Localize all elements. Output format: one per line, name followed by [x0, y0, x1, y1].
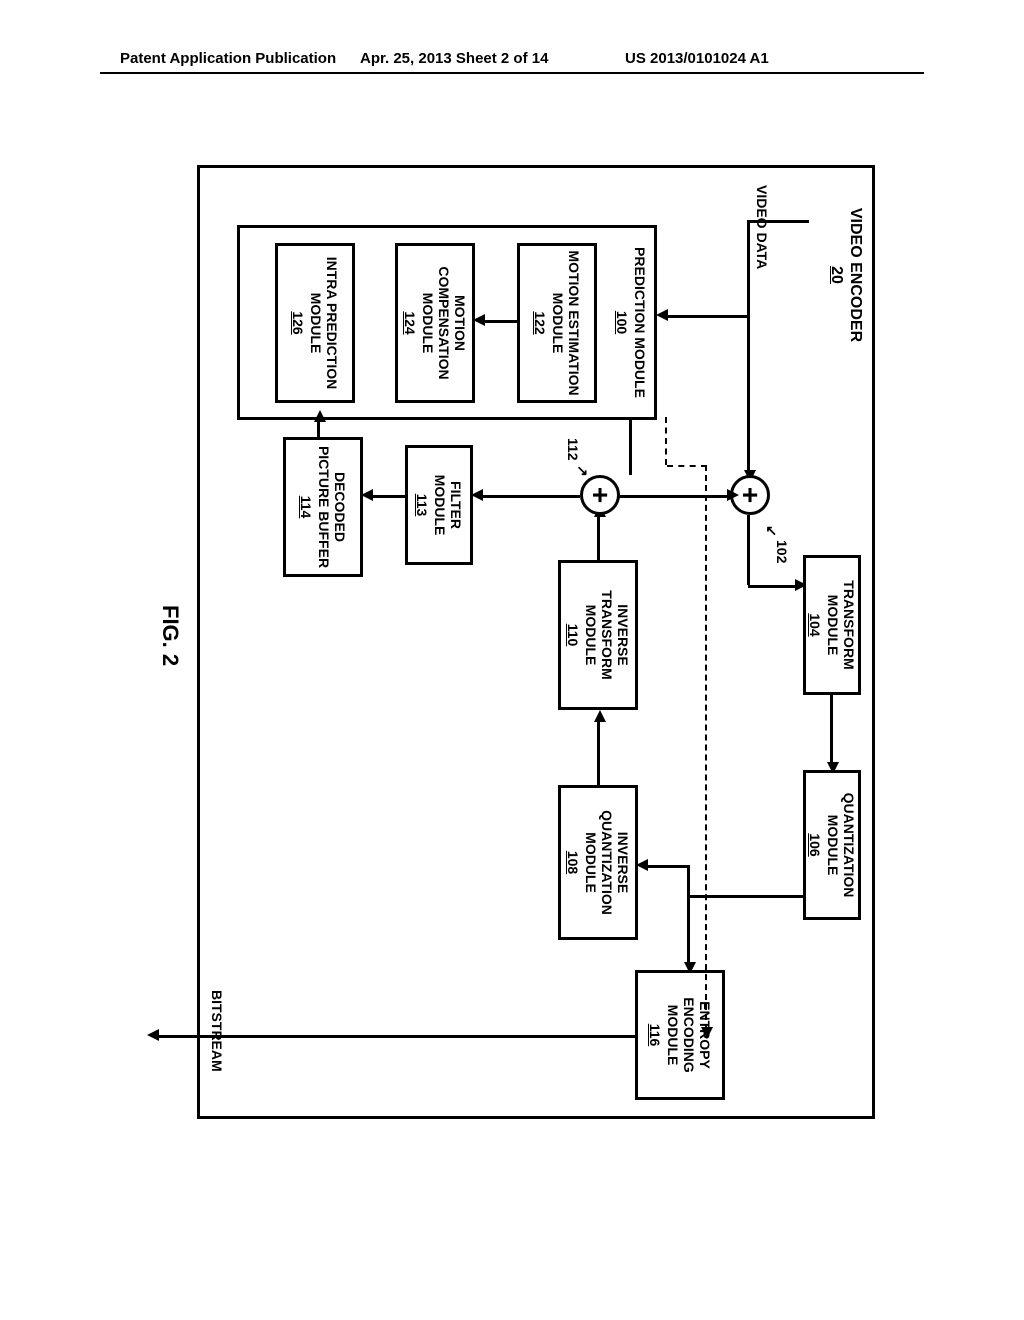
dpb-to-pred: [318, 420, 321, 437]
summer-112-lead: ↗: [574, 465, 591, 477]
it-to-s112: [598, 515, 601, 560]
iq-to-it-arrow: [594, 710, 606, 722]
motion-est-num: 122: [532, 311, 548, 334]
transform-num: 104: [807, 613, 823, 636]
hdr-rule: [100, 72, 924, 74]
intra-pred-num: 126: [290, 311, 306, 334]
bitstream-label: BITSTREAM: [209, 990, 225, 1072]
quant-to-entropy: [688, 895, 691, 965]
video-to-pred-arrow: [656, 309, 668, 321]
quantization-label: QUANTIZATION MODULE: [825, 777, 857, 913]
pred-to-s112-v: [618, 495, 632, 498]
filter-num: 113: [414, 494, 430, 517]
motion-comp-num: 124: [402, 311, 418, 334]
quantization-box: QUANTIZATION MODULE 106: [803, 770, 861, 920]
est-to-comp: [482, 320, 517, 323]
s102-to-trans-v: [748, 585, 797, 588]
dash-arrow-to-entropy: [701, 1027, 713, 1039]
entropy-to-bitstream: [155, 1035, 635, 1038]
encoder-title-text: VIDEO ENCODER: [847, 208, 864, 342]
figure-caption: FIG. 2: [157, 605, 183, 666]
quant-to-iq-v: [645, 865, 690, 868]
entropy-num: 116: [647, 1024, 663, 1047]
trans-to-quant: [831, 695, 834, 765]
iq-to-it: [598, 720, 601, 785]
encoder-title-num: 20: [827, 266, 846, 284]
prediction-num: 100: [614, 311, 630, 334]
filter-label: FILTER MODULE: [432, 452, 464, 558]
summer-112-num: 112: [565, 438, 581, 461]
pred-to-s112-h: [630, 417, 633, 475]
diagram-area: VIDEO ENCODER 20 VIDEO DATA + ↙ 102: [155, 165, 875, 1125]
dpb-label: DECODED PICTURE BUFFER: [316, 444, 348, 570]
s102-to-trans-h: [748, 515, 751, 585]
summer-112: +: [580, 475, 620, 515]
filter-box: FILTER MODULE 113: [405, 445, 473, 565]
motion-est-box: MOTION ESTIMATION MODULE 122: [517, 243, 597, 403]
quantization-num: 106: [807, 833, 823, 856]
dash-h1: [665, 417, 667, 465]
motion-comp-box: MOTION COMPENSATION MODULE 124: [395, 243, 475, 403]
iq-num: 108: [565, 851, 581, 874]
bitstream-arrow: [147, 1029, 159, 1041]
dpb-num: 114: [298, 496, 314, 519]
transform-box: TRANSFORM MODULE 104: [803, 555, 861, 695]
motion-comp-label: MOTION COMPENSATION MODULE: [420, 250, 468, 396]
video-in-line: [748, 220, 751, 473]
it-box: INVERSE TRANSFORM MODULE 110: [558, 560, 638, 710]
it-num: 110: [565, 624, 581, 647]
intra-pred-label: INTRA PREDICTION MODULE: [308, 250, 340, 396]
dash-v1: [667, 465, 707, 467]
encoder-title: VIDEO ENCODER 20: [827, 185, 865, 365]
dpb-box: DECODED PICTURE BUFFER 114: [283, 437, 363, 577]
intra-pred-box: INTRA PREDICTION MODULE 126: [275, 243, 355, 403]
pred-to-s102-arrow: [727, 489, 739, 501]
video-in-stub: [749, 220, 809, 223]
hdr-date-sheet: Apr. 25, 2013 Sheet 2 of 14: [360, 50, 548, 67]
filter-to-dpb: [370, 495, 405, 498]
summer-102-num: 102: [774, 540, 790, 563]
motion-est-label: MOTION ESTIMATION MODULE: [550, 250, 582, 396]
it-label: INVERSE TRANSFORM MODULE: [583, 567, 631, 703]
transform-label: TRANSFORM MODULE: [825, 562, 857, 688]
video-to-pred-line: [665, 315, 750, 318]
iq-label: INVERSE QUANTIZATION MODULE: [583, 792, 631, 933]
video-data-label: VIDEO DATA: [754, 185, 770, 269]
quant-to-iq-h: [688, 865, 691, 897]
summer-102-lead: ↙: [763, 525, 780, 537]
s112-to-filter: [480, 495, 580, 498]
dash-h2: [705, 465, 707, 1030]
hdr-publication: Patent Application Publication: [120, 50, 336, 67]
pred-to-s102-v: [632, 495, 730, 498]
dpb-to-pred-arrow: [314, 410, 326, 422]
prediction-label: PREDICTION MODULE: [632, 247, 648, 398]
hdr-pubno: US 2013/0101024 A1: [625, 50, 769, 67]
iq-box: INVERSE QUANTIZATION MODULE 108: [558, 785, 638, 940]
